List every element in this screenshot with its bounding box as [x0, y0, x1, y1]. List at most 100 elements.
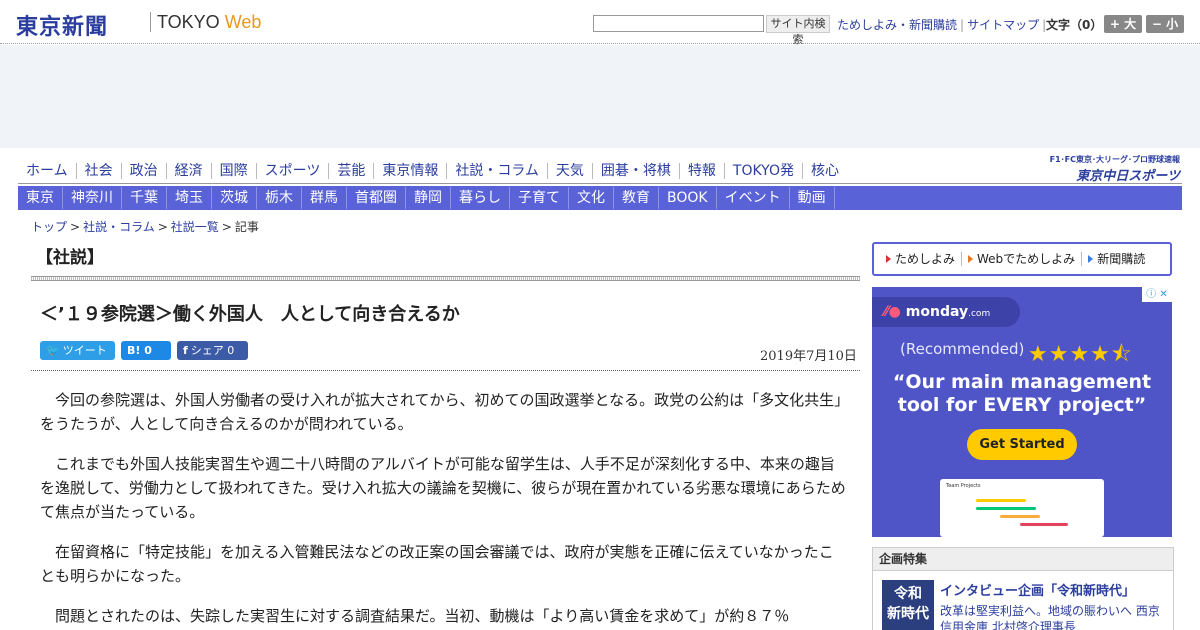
region-nav: 東京 神奈川 千葉 埼玉 茨城 栃木 群馬 首都圏 静岡 暮らし 子育て 文化 …: [18, 186, 1182, 210]
chunichi-tagline: F1･FC東京･大リーグ･プロ野球速報: [1049, 155, 1180, 164]
nav-parenting[interactable]: 子育て: [510, 187, 569, 209]
tweet-label: ツイート: [62, 344, 107, 357]
article-headline: ＜’１９参院選＞働く外国人 人として向き合えるか: [40, 304, 460, 325]
breadcrumb-editorial-column[interactable]: 社説・コラム: [83, 220, 155, 234]
subscribe-label: 新聞購読: [1097, 252, 1146, 266]
feature-title[interactable]: インタビュー企画「令和新時代」: [940, 580, 1135, 599]
chunichi-name: 東京中日スポーツ: [1076, 169, 1180, 184]
nav-video[interactable]: 動画: [790, 187, 835, 209]
thumb-line1: 令和: [894, 586, 922, 602]
subscription-box: ためしよみ Webでためしよみ 新聞購読: [872, 242, 1172, 276]
region-kanagawa[interactable]: 神奈川: [63, 187, 122, 209]
breadcrumb-current: 記事: [234, 220, 259, 234]
breadcrumb-separator: >: [221, 220, 232, 234]
font-size-label: 文字（0）: [1046, 18, 1103, 32]
feature-thumbnail[interactable]: 令和 新時代: [882, 580, 934, 630]
nav-economy[interactable]: 経済: [167, 163, 212, 179]
arrow-icon: [968, 255, 974, 263]
nav-home[interactable]: ホーム: [18, 163, 77, 179]
web-trial-read-link[interactable]: Webでためしよみ: [962, 252, 1083, 266]
ad-bar: [976, 499, 1026, 502]
region-metro[interactable]: 首都圏: [347, 187, 406, 209]
subscribe-link[interactable]: 新聞購読: [1082, 252, 1151, 266]
arrow-icon: [1088, 255, 1094, 263]
nav-society[interactable]: 社会: [77, 163, 122, 179]
site-logo-en[interactable]: TOKYO Web: [157, 12, 261, 33]
breadcrumb-separator: >: [157, 220, 168, 234]
nav-entertainment[interactable]: 芸能: [329, 163, 375, 179]
web-trial-read-label: Webでためしよみ: [977, 252, 1076, 266]
breadcrumb-top[interactable]: トップ: [31, 220, 67, 234]
article-paragraph: これまでも外国人技能実習生や週二十八時間のアルバイトが可能な留学生は、人手不足が…: [40, 455, 846, 521]
nav-tokyo-hatsu[interactable]: TOKYO発: [725, 163, 803, 179]
nav-core[interactable]: 核心: [803, 163, 847, 179]
thumb-line2: 新時代: [887, 606, 929, 622]
nav-tokyo-info[interactable]: 東京情報: [374, 163, 448, 179]
nav-culture[interactable]: 文化: [569, 187, 614, 209]
nav-book[interactable]: BOOK: [659, 187, 717, 209]
facebook-share-label: シェア: [190, 344, 224, 357]
tweet-button[interactable]: 🐦 ツイート: [40, 341, 115, 360]
nav-divider: [18, 183, 1182, 184]
ad-brand-suffix: .com: [968, 309, 991, 319]
nav-weather[interactable]: 天気: [548, 163, 593, 179]
feature-text[interactable]: 改革は堅実利益へ。地域の賑わいへ 西京信用金庫 北村啓介理事長: [940, 603, 1170, 630]
trial-read-label: ためしよみ: [895, 252, 956, 266]
region-gunma[interactable]: 群馬: [302, 187, 347, 209]
breadcrumb-separator: >: [70, 220, 81, 234]
hatena-bookmark-button[interactable]: B! 0: [121, 341, 171, 360]
facebook-count: 0: [227, 344, 235, 357]
ad-choices-icon[interactable]: ⓘ ✕: [1142, 287, 1172, 302]
region-tochigi[interactable]: 栃木: [257, 187, 302, 209]
ad-rating-stars: ★★★★⯪: [1028, 342, 1133, 367]
article-paragraph: 問題とされたのは、失踪した実習生に対する調査結果だ。当初、動機は「より高い賃金を…: [55, 607, 790, 625]
ad-product-screenshot: Team Projects: [940, 479, 1104, 537]
region-saitama[interactable]: 埼玉: [167, 187, 212, 209]
nav-go-shogi[interactable]: 囲碁・将棋: [593, 163, 680, 179]
twitter-icon: 🐦: [46, 344, 60, 357]
nav-international[interactable]: 国際: [212, 163, 257, 179]
trial-read-link[interactable]: ためしよみ: [880, 252, 963, 266]
breadcrumb: トップ > 社説・コラム > 社説一覧 > 記事: [31, 218, 259, 235]
nav-sports[interactable]: スポーツ: [257, 163, 330, 179]
sidebar-ad[interactable]: ⁄⁄● monday.com (Recommended) ★★★★⯪ “Our …: [872, 287, 1172, 537]
nav-education[interactable]: 教育: [614, 187, 659, 209]
article-paragraph: 今回の参院選は、外国人労働者の受け入れが拡大されてから、初めての国政選挙となる。…: [40, 391, 842, 433]
region-shizuoka[interactable]: 静岡: [406, 187, 451, 209]
region-tokyo[interactable]: 東京: [18, 187, 63, 209]
nav-special-report[interactable]: 特報: [680, 163, 725, 179]
ad-headline: “Our main management tool for EVERY proj…: [892, 371, 1152, 416]
article-paragraph: 在留資格に「特定技能」を加える入管難民法などの改正案の国会審議では、政府が実態を…: [40, 543, 834, 585]
ad-brand-name: monday: [905, 304, 969, 320]
section-rule: [31, 276, 860, 281]
feature-header: 企画特集: [873, 548, 1173, 571]
feature-box: 企画特集 令和新時代 インタビュー企画「令和新時代」 改革は堅実利益へ。地域の賑…: [872, 547, 1174, 630]
chunichi-sports-logo[interactable]: F1･FC東京･大リーグ･プロ野球速報 東京中日スポーツ: [1010, 154, 1180, 184]
link-trial-subscribe[interactable]: ためしよみ・新聞購読: [834, 18, 960, 32]
region-chiba[interactable]: 千葉: [122, 187, 167, 209]
nav-politics[interactable]: 政治: [122, 163, 167, 179]
region-ibaraki[interactable]: 茨城: [212, 187, 257, 209]
arrow-icon: [886, 255, 891, 263]
ad-recommended: (Recommended): [900, 340, 1025, 358]
font-smaller-button[interactable]: − 小: [1146, 15, 1184, 33]
font-bigger-button[interactable]: + 大: [1104, 15, 1142, 33]
ad-get-started-button[interactable]: Get Started: [967, 429, 1077, 460]
site-logo[interactable]: 東京新聞: [16, 9, 108, 41]
ad-bar: [1000, 515, 1040, 518]
nav-editorial-column[interactable]: 社説・コラム: [447, 163, 548, 179]
nav-living[interactable]: 暮らし: [451, 187, 510, 209]
facebook-share-button[interactable]: f シェア 0: [177, 341, 248, 360]
site-header: 東京新聞 TOKYO Web サイト内検索 ためしよみ・新聞購読 | サイトマップ |…: [0, 0, 1200, 46]
main-nav: ホーム 社会 政治 経済 国際 スポーツ 芸能 東京情報 社説・コラム 天気 囲…: [18, 158, 839, 184]
link-sitemap[interactable]: サイトマップ: [964, 18, 1042, 32]
ad-screenshot-title: Team Projects: [946, 483, 981, 489]
publish-date: 2019年7月10日: [760, 349, 857, 364]
top-ad-banner: [0, 45, 1200, 148]
search-button[interactable]: サイト内検索: [766, 15, 830, 46]
search-input[interactable]: [593, 15, 764, 32]
ad-bar: [1020, 523, 1068, 526]
breadcrumb-editorial-list[interactable]: 社説一覧: [171, 220, 219, 234]
nav-events[interactable]: イベント: [717, 187, 790, 209]
hatena-icon: B!: [127, 344, 141, 357]
